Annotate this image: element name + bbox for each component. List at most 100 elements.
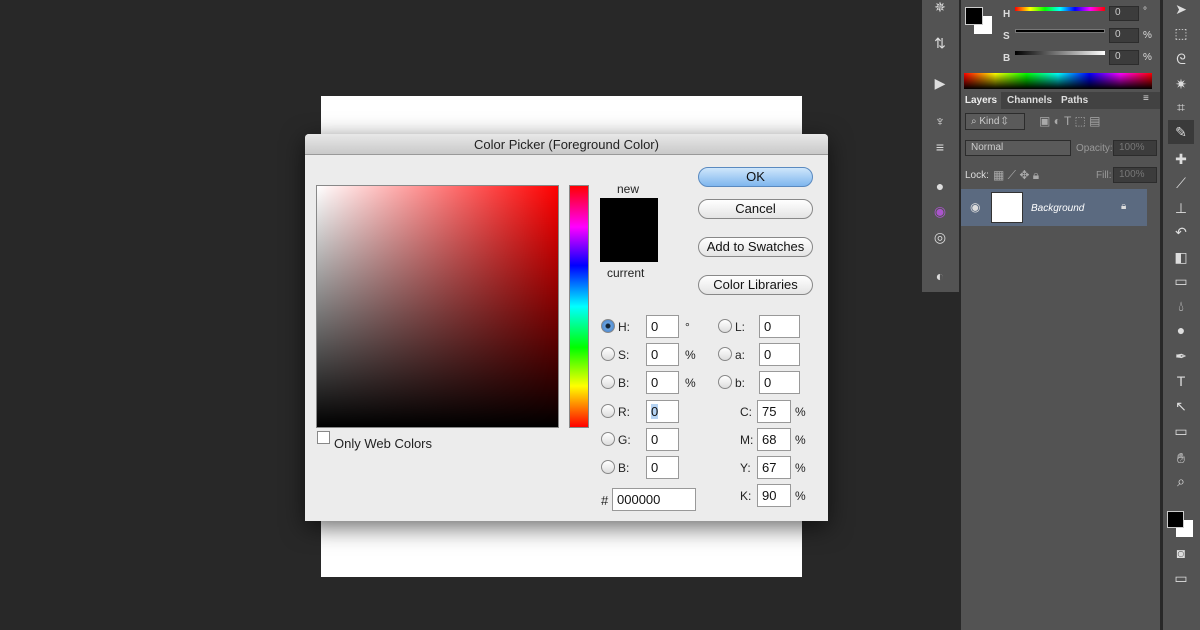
b-slider[interactable]: [1015, 51, 1105, 55]
stamp-tool-icon[interactable]: ⊥: [1170, 199, 1192, 217]
s-label: S: [1003, 31, 1010, 42]
value-a: 0: [764, 347, 772, 362]
color-libraries-button[interactable]: Color Libraries: [698, 275, 813, 295]
actions-play-icon[interactable]: ▶: [929, 74, 951, 92]
zoom-tool-icon[interactable]: ⌕: [1170, 472, 1192, 490]
dialog-title: Color Picker (Foreground Color): [305, 134, 828, 155]
hand-tool-icon[interactable]: ✋︎: [1170, 449, 1192, 467]
tool-foreground-swatch[interactable]: [1167, 511, 1184, 528]
eyedropper-tool-icon[interactable]: ✎: [1168, 120, 1194, 144]
kuler-icon[interactable]: ●: [929, 177, 951, 195]
input-bl[interactable]: 0: [646, 456, 679, 479]
lasso-tool-icon[interactable]: ᘓ: [1170, 50, 1192, 68]
screen-mode-icon[interactable]: ▭: [1170, 569, 1192, 587]
lock-icons[interactable]: ▦ ⟋ ✥ 🔒︎: [993, 168, 1039, 183]
cancel-button[interactable]: Cancel: [698, 199, 813, 219]
b-label: B: [1003, 53, 1011, 64]
h-unit: °: [1143, 6, 1147, 17]
layer-name[interactable]: Background: [1031, 203, 1084, 214]
value-s: 0: [651, 347, 659, 362]
b-value[interactable]: 0: [1109, 50, 1139, 65]
label-y: Y:: [740, 461, 751, 475]
input-m[interactable]: 68: [757, 428, 791, 451]
brush-settings-icon[interactable]: ≡: [929, 138, 951, 156]
pen-tool-icon[interactable]: ✒: [1170, 347, 1192, 365]
tab-layers[interactable]: Layers: [961, 92, 1001, 109]
s-value[interactable]: 0: [1109, 28, 1139, 43]
add-to-swatches-button[interactable]: Add to Swatches: [698, 237, 813, 257]
unit-y: %: [795, 461, 806, 475]
foreground-swatch[interactable]: [965, 7, 983, 25]
history-icon[interactable]: ⇅: [929, 34, 951, 52]
only-web-colors-checkbox[interactable]: [317, 431, 330, 444]
input-b[interactable]: 0: [646, 371, 679, 394]
label-m: M:: [740, 433, 754, 447]
input-y[interactable]: 67: [757, 456, 791, 479]
color-field[interactable]: [316, 185, 559, 428]
circle-icon[interactable]: ◎: [929, 228, 951, 246]
dodge-tool-icon[interactable]: ●: [1170, 321, 1192, 339]
tab-channels[interactable]: Channels: [1003, 92, 1056, 109]
color-wheel-icon[interactable]: ◉: [929, 202, 951, 220]
new-color-swatch: [600, 198, 658, 230]
s-slider[interactable]: [1015, 29, 1105, 33]
color-ramp[interactable]: [964, 73, 1152, 89]
hex-input[interactable]: 000000: [612, 488, 696, 511]
layer-thumbnail: [991, 192, 1023, 223]
crop-tool-icon[interactable]: ⌗: [1170, 98, 1192, 116]
value-bl: 0: [651, 460, 659, 475]
h-value[interactable]: 0: [1109, 6, 1139, 21]
filter-icons[interactable]: ▣ ◐ T ⬚ ▤: [1039, 114, 1101, 128]
input-g[interactable]: 0: [646, 428, 679, 451]
radio-b[interactable]: [718, 375, 732, 389]
radio-h[interactable]: [601, 319, 615, 333]
input-l[interactable]: 0: [759, 315, 800, 338]
opacity-input[interactable]: 100%: [1113, 140, 1157, 156]
right-panels: H 0 ° S 0 % B 0 % Layers Channels Paths …: [961, 0, 1160, 630]
radio-s[interactable]: [601, 347, 615, 361]
radio-r[interactable]: [601, 404, 615, 418]
move-tool-icon[interactable]: ➤: [1170, 0, 1192, 18]
panel-menu-icon[interactable]: ≡: [1143, 93, 1149, 104]
visibility-eye-icon[interactable]: ◉: [970, 200, 980, 214]
brush-tool-icon[interactable]: ⟋: [1170, 174, 1192, 192]
radio-l[interactable]: [718, 319, 732, 333]
magic-wand-tool-icon[interactable]: ✷: [1170, 75, 1192, 93]
input-h[interactable]: 0: [646, 315, 679, 338]
adjustment-icon[interactable]: ◐: [929, 267, 951, 285]
healing-tool-icon[interactable]: ✚: [1170, 150, 1192, 168]
kind-filter[interactable]: ⌕ Kind ⇕: [965, 113, 1025, 130]
blur-tool-icon[interactable]: 💧︎: [1170, 297, 1192, 315]
b-unit: %: [1143, 52, 1152, 63]
type-tool-icon[interactable]: T: [1170, 372, 1192, 390]
fill-input[interactable]: 100%: [1113, 167, 1157, 183]
tab-paths[interactable]: Paths: [1057, 92, 1092, 109]
blend-mode-select[interactable]: Normal: [965, 140, 1071, 156]
input-b[interactable]: 0: [759, 371, 800, 394]
eraser-tool-icon[interactable]: ◧: [1170, 248, 1192, 266]
hue-slider[interactable]: [569, 185, 589, 428]
input-s[interactable]: 0: [646, 343, 679, 366]
ok-button[interactable]: OK: [698, 167, 813, 187]
current-color-swatch[interactable]: [600, 230, 658, 262]
input-k[interactable]: 90: [757, 484, 791, 507]
input-r[interactable]: 0: [646, 400, 679, 423]
lock-icon: 🔒︎: [1121, 201, 1127, 212]
radio-g[interactable]: [601, 432, 615, 446]
history-brush-tool-icon[interactable]: ↶: [1170, 223, 1192, 241]
marquee-tool-icon[interactable]: ⬚: [1170, 24, 1192, 42]
shape-tool-icon[interactable]: ▭: [1170, 422, 1192, 440]
radio-b[interactable]: [601, 375, 615, 389]
quick-mask-icon[interactable]: ◙: [1170, 544, 1192, 562]
path-selection-tool-icon[interactable]: ↖: [1170, 397, 1192, 415]
h-slider[interactable]: [1015, 7, 1105, 11]
gradient-tool-icon[interactable]: ▭: [1170, 272, 1192, 290]
input-a[interactable]: 0: [759, 343, 800, 366]
input-c[interactable]: 75: [757, 400, 791, 423]
brush-presets-icon[interactable]: ♆: [929, 112, 951, 130]
radio-a[interactable]: [718, 347, 732, 361]
radio-bl[interactable]: [601, 460, 615, 474]
layer-row[interactable]: ◉ Background 🔒︎: [961, 189, 1147, 226]
opacity-label: Opacity:: [1076, 143, 1113, 154]
navigator-icon[interactable]: ✵: [929, 0, 951, 16]
